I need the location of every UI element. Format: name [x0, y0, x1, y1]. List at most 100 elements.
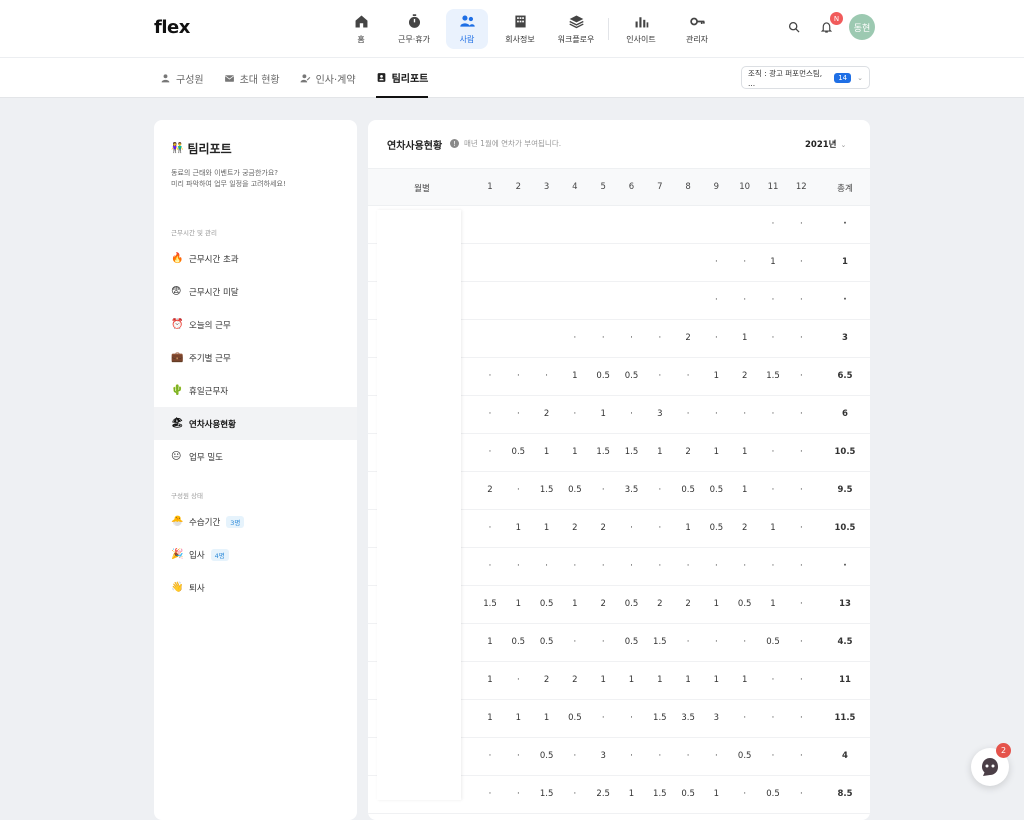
month-cell: 1: [543, 523, 550, 533]
header-month-5: 5: [600, 182, 606, 192]
month-cell: ·: [601, 713, 605, 723]
month-cell: ·: [743, 713, 747, 723]
month-cell: ·: [686, 409, 690, 419]
month-cell: 3.5: [624, 485, 639, 495]
header-month-6: 6: [628, 182, 635, 192]
nav-insight[interactable]: 인사이트: [617, 9, 665, 49]
total-cell: 6: [842, 409, 848, 419]
tab-label: 초대 현황: [239, 74, 280, 86]
month-cell: 0.5: [709, 523, 724, 533]
month-cell: 1.5: [596, 447, 610, 457]
sidebar-item-leaving[interactable]: 👋 퇴사: [154, 571, 357, 604]
total-cell: 9.5: [837, 485, 853, 495]
month-cell: ·: [516, 409, 520, 419]
nav-admin[interactable]: 관리자: [673, 9, 721, 49]
month-cell: 1: [572, 447, 578, 457]
report-sidebar: 👫 팀리포트 동료의 근태와 이벤트가 궁금한가요? 미리 파악하여 업무 일정…: [154, 120, 357, 820]
month-cell: ·: [743, 789, 747, 799]
month-cell: 0.5: [539, 751, 554, 761]
month-cell: ·: [601, 333, 605, 343]
tab-members[interactable]: 구성원: [160, 58, 204, 98]
nav-label: 홈: [357, 35, 365, 44]
header-month-9: 9: [713, 182, 720, 192]
month-cell: 1: [713, 675, 720, 685]
month-cell: ·: [799, 219, 803, 229]
nav-work-vacation[interactable]: 근무·휴가: [390, 9, 438, 49]
month-cell: ·: [573, 333, 577, 343]
month-cell: 0.5: [766, 637, 780, 647]
tab-label: 인사·계약: [315, 74, 356, 86]
month-cell: ·: [743, 561, 747, 571]
tab-invites[interactable]: 초대 현황: [224, 58, 280, 98]
org-filter-select[interactable]: 조직 : 광고 퍼포먼스팀, ... 14 ⌄: [741, 66, 870, 89]
month-cell: ·: [799, 713, 803, 723]
month-cell: ·: [799, 599, 803, 609]
month-cell: 0.5: [709, 485, 724, 495]
month-cell: 1: [713, 789, 720, 799]
month-cell: 1: [572, 371, 578, 381]
sidebar-item-holiday-workers[interactable]: 🌵 휴일근무자: [154, 374, 357, 407]
month-cell: ·: [799, 523, 803, 533]
nav-label: 인사이트: [626, 35, 656, 44]
nav-home[interactable]: 홈: [340, 9, 382, 49]
month-cell: ·: [601, 485, 605, 495]
month-cell: ·: [488, 789, 492, 799]
layers-icon: [568, 15, 584, 29]
month-cell: 1: [515, 713, 521, 723]
nav-workflow[interactable]: 워크플로우: [552, 9, 600, 49]
month-cell: 0.5: [737, 599, 752, 609]
month-cell: 0.5: [624, 371, 639, 381]
month-cell: 1: [713, 599, 720, 609]
month-cell: 1.5: [539, 485, 554, 495]
month-cell: 1: [543, 447, 550, 457]
sidebar-item-label: 수습기간: [189, 517, 221, 528]
sidebar-item-work-density[interactable]: 😐 업무 밀도: [154, 440, 357, 473]
tab-hr-contract[interactable]: 인사·계약: [300, 58, 356, 98]
sidebar-item-undertime[interactable]: 😨 근무시간 미달: [154, 275, 357, 308]
month-cell: 1: [741, 333, 748, 343]
month-cell: ·: [686, 751, 690, 761]
sidebar-item-joining[interactable]: 🎉 입사 4명: [154, 538, 357, 571]
month-cell: ·: [630, 713, 633, 723]
month-cell: ·: [771, 447, 775, 457]
month-cell: 2: [543, 409, 550, 419]
month-cell: ·: [573, 637, 577, 647]
member-name-column: [377, 210, 461, 800]
sidebar-group-label: 구성원 상태: [171, 492, 203, 500]
month-cell: 1.5: [624, 447, 639, 457]
fearful-face-icon: 😨: [171, 286, 182, 297]
search-button[interactable]: [785, 18, 803, 36]
month-cell: 2: [572, 523, 578, 533]
stopwatch-icon: [408, 14, 420, 28]
month-cell: ·: [630, 561, 633, 571]
month-cell: ·: [516, 561, 520, 571]
nav-label: 사람: [459, 35, 475, 44]
avatar[interactable]: 동현: [849, 14, 875, 40]
sidebar-item-periodic-work[interactable]: 💼 주기별 근무: [154, 341, 357, 374]
month-cell: ·: [630, 333, 633, 343]
month-cell: 0.5: [511, 637, 526, 647]
month-cell: ·: [799, 447, 803, 457]
month-cell: ·: [715, 295, 718, 305]
sidebar-item-overtime[interactable]: 🔥 근무시간 초과: [154, 242, 357, 275]
month-cell: 1: [741, 675, 748, 685]
nav-people[interactable]: 사람: [446, 9, 488, 49]
sidebar-item-today-work[interactable]: ⏰ 오늘의 근무: [154, 308, 357, 341]
month-cell: ·: [799, 409, 803, 419]
cactus-icon: 🌵: [171, 385, 184, 396]
home-icon: [355, 15, 367, 28]
month-cell: 2: [572, 675, 578, 685]
notification-button[interactable]: N: [817, 12, 843, 36]
month-cell: ·: [686, 637, 690, 647]
sidebar-item-annual-leave[interactable]: 🏖 연차사용현황: [154, 407, 357, 440]
alarm-clock-icon: ⏰: [171, 319, 184, 330]
nav-company-info[interactable]: 회사정보: [496, 9, 544, 49]
month-cell: 1: [487, 713, 493, 723]
fire-icon: 🔥: [171, 253, 184, 264]
month-cell: ·: [516, 371, 520, 381]
month-cell: 1: [770, 523, 776, 533]
sidebar-item-probation[interactable]: 🐣 수습기간 3명: [154, 505, 357, 538]
year-select[interactable]: 2021년 ⌄: [805, 138, 846, 150]
tab-team-report[interactable]: 팀리포트: [375, 58, 429, 98]
flex-logo[interactable]: flex: [154, 17, 190, 38]
